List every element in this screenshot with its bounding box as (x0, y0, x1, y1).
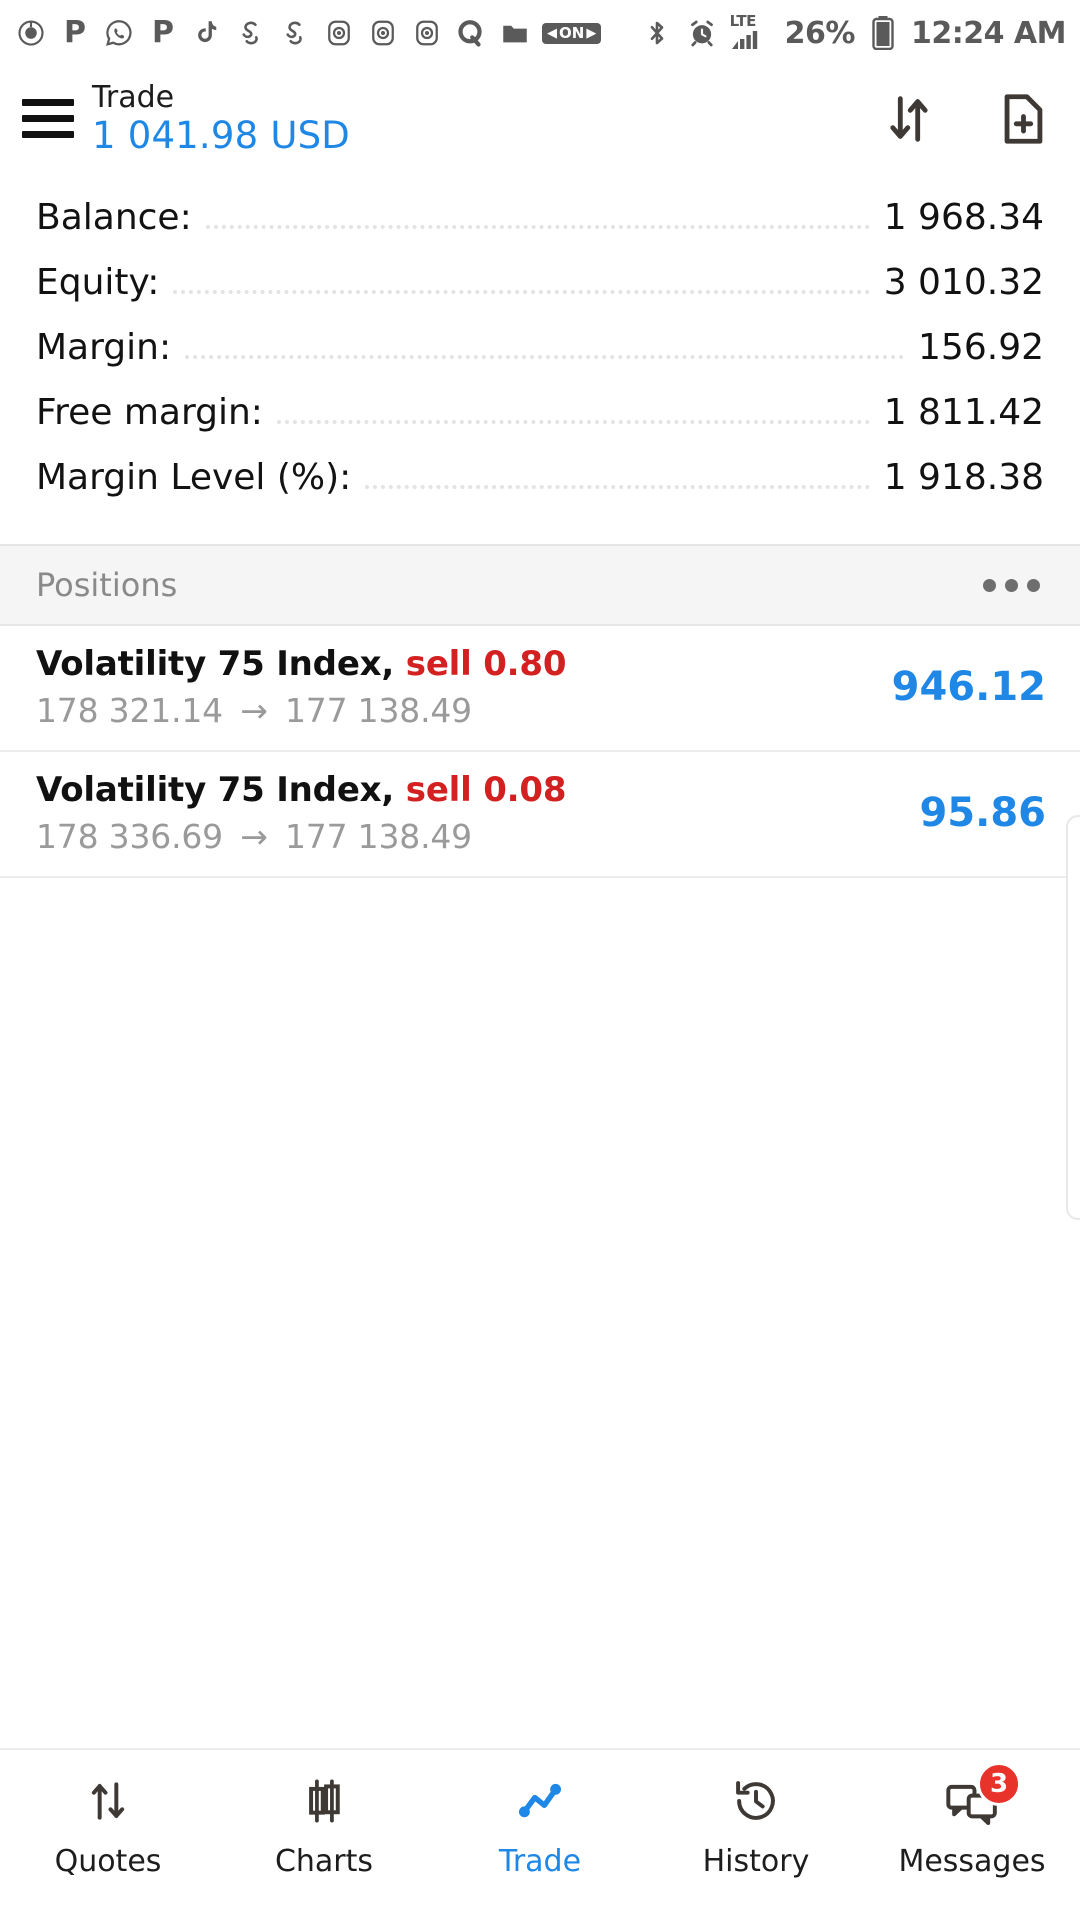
summary-value: 1 811.42 (883, 392, 1044, 433)
leader-dots (205, 225, 870, 229)
app-header: Trade 1 041.98 USD (0, 66, 1080, 171)
summary-label: Equity: (36, 262, 160, 303)
position-details: Volatility 75 Index, sell 0.80 178 321.1… (36, 644, 874, 730)
history-clock-icon (725, 1772, 787, 1830)
new-order-icon[interactable] (992, 88, 1054, 150)
position-price-line: 178 336.69 → 177 138.49 (36, 817, 901, 856)
quotes-arrows-icon (77, 1772, 139, 1830)
status-bar-app-icons: P P ◀ ON ▶ (14, 15, 602, 50)
status-bar-clock: 12:24 AM (910, 15, 1067, 51)
nav-item-trade[interactable]: Trade (432, 1772, 648, 1879)
nav-item-messages[interactable]: 3 Messages (864, 1762, 1080, 1879)
battery-icon (866, 16, 900, 50)
instagram-alt-icon (366, 16, 400, 50)
snapchat-alt-icon (278, 16, 312, 50)
summary-value: 156.92 (918, 327, 1044, 368)
summary-label: Margin: (36, 327, 172, 368)
summary-value: 1 918.38 (883, 457, 1044, 498)
position-current-price: 177 138.49 (285, 691, 472, 730)
folder-icon (498, 16, 532, 50)
nav-label: Charts (274, 1844, 374, 1879)
arrow-right-icon: → (240, 817, 268, 856)
position-details: Volatility 75 Index, sell 0.08 178 336.6… (36, 770, 901, 856)
leader-dots (365, 485, 870, 489)
nav-item-quotes[interactable]: Quotes (0, 1772, 216, 1879)
more-options-icon[interactable] (973, 569, 1050, 602)
pinterest-alt-icon: P (152, 15, 174, 50)
position-symbol-line: Volatility 75 Index, sell 0.80 (36, 644, 874, 684)
header-title-block: Trade 1 041.98 USD (92, 81, 350, 156)
summary-label: Free margin: (36, 392, 263, 433)
leader-dots (276, 420, 870, 424)
bluetooth-icon (640, 16, 674, 50)
leader-dots (185, 355, 905, 359)
summary-row-free-margin: Free margin: 1 811.42 (36, 392, 1044, 457)
quora-icon (454, 16, 488, 50)
position-current-price: 177 138.49 (285, 817, 472, 856)
table-row[interactable]: Volatility 75 Index, sell 0.80 178 321.1… (0, 626, 1080, 752)
positions-title: Positions (36, 566, 178, 604)
trade-line-icon (509, 1772, 571, 1830)
status-bar: P P ◀ ON ▶ LTE 26% 12:24 AM (0, 0, 1080, 66)
instagram-icon (322, 16, 356, 50)
position-symbol: Volatility 75 Index, (36, 770, 395, 810)
summary-row-balance: Balance: 1 968.34 (36, 197, 1044, 262)
account-value: 1 041.98 USD (92, 113, 350, 157)
header-actions (878, 88, 1054, 150)
messages-chat-icon: 3 (941, 1762, 1021, 1830)
nav-item-history[interactable]: History (648, 1772, 864, 1879)
tiktok-icon (190, 16, 224, 50)
account-summary: Balance: 1 968.34 Equity: 3 010.32 Margi… (0, 171, 1080, 544)
position-profit: 946.12 (891, 664, 1046, 710)
position-symbol: Volatility 75 Index, (36, 644, 395, 684)
candlestick-chart-icon (293, 1772, 355, 1830)
summary-value: 1 968.34 (883, 197, 1044, 238)
data-saver-on-icon: ◀ ON ▶ (542, 22, 602, 44)
summary-row-equity: Equity: 3 010.32 (36, 262, 1044, 327)
position-open-price: 178 336.69 (36, 817, 223, 856)
position-profit: 95.86 (919, 790, 1046, 836)
sort-arrows-icon[interactable] (878, 88, 940, 150)
position-symbol-line: Volatility 75 Index, sell 0.08 (36, 770, 901, 810)
nav-label: Trade (498, 1844, 582, 1879)
nav-label: Messages (898, 1844, 1046, 1879)
whatsapp-icon (102, 16, 136, 50)
summary-label: Balance: (36, 197, 192, 238)
position-price-line: 178 321.14 → 177 138.49 (36, 691, 874, 730)
positions-section-header: Positions (0, 544, 1080, 626)
instagram-third-icon (410, 16, 444, 50)
nav-item-charts[interactable]: Charts (216, 1772, 432, 1879)
nav-label: Quotes (54, 1844, 162, 1879)
position-side-volume: sell 0.08 (405, 770, 567, 810)
snapchat-icon (234, 16, 268, 50)
battery-percent-label: 26% (784, 15, 856, 51)
page-title: Trade (92, 79, 175, 115)
messages-badge: 3 (977, 1762, 1021, 1806)
empty-list-area (0, 878, 1080, 1748)
lte-signal-icon: LTE (730, 12, 774, 50)
pinterest-icon: P (64, 15, 86, 50)
table-row[interactable]: Volatility 75 Index, sell 0.08 178 336.6… (0, 752, 1080, 878)
summary-label: Margin Level (%): (36, 457, 352, 498)
summary-value: 3 010.32 (883, 262, 1044, 303)
alarm-icon (685, 16, 719, 50)
status-bar-system-icons: LTE 26% 12:24 AM (640, 12, 1067, 51)
music-app-icon (14, 16, 48, 50)
leader-dots (173, 290, 870, 294)
summary-row-margin: Margin: 156.92 (36, 327, 1044, 392)
nav-label: History (702, 1844, 810, 1879)
hamburger-menu-icon[interactable] (22, 96, 74, 142)
position-open-price: 178 321.14 (36, 691, 223, 730)
bottom-navigation: Quotes Charts Trade History 3 Messages (0, 1748, 1080, 1920)
arrow-right-icon: → (240, 691, 268, 730)
scroll-indicator[interactable] (1066, 815, 1080, 1220)
position-side-volume: sell 0.80 (405, 644, 567, 684)
summary-row-margin-level: Margin Level (%): 1 918.38 (36, 457, 1044, 522)
